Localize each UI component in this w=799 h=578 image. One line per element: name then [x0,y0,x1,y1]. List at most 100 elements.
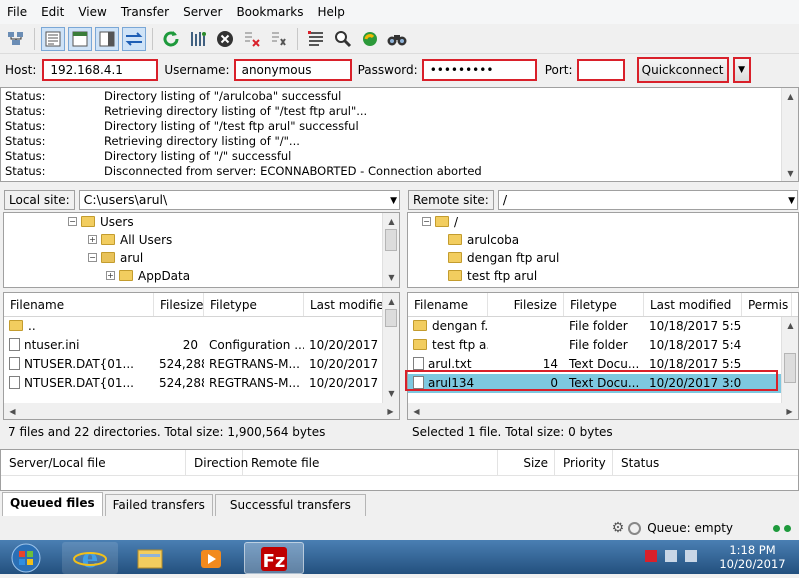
table-row[interactable]: .. [4,317,399,336]
expand-icon[interactable]: + [106,271,115,280]
local-path-input[interactable]: C:\users\arul\ ▼ [78,190,400,210]
table-row[interactable]: dengan f... File folder 10/18/2017 5:5..… [408,317,798,336]
column-priority[interactable]: Priority [555,450,613,475]
menu-view[interactable]: View [71,0,113,24]
column-last-modified[interactable]: Last modified [304,293,384,316]
host-input[interactable]: 192.168.4.1 [42,59,159,81]
column-permissions[interactable]: Permis [742,293,792,316]
username-label: Username: [164,63,230,77]
menu-bookmarks[interactable]: Bookmarks [229,0,310,24]
taskbar-filezilla[interactable]: Fz [244,542,304,574]
volume-icon[interactable] [685,550,697,562]
column-server-local-file[interactable]: Server/Local file [1,450,186,475]
column-remote-file[interactable]: Remote file [243,450,498,475]
scroll-down-icon[interactable]: ▼ [383,385,399,401]
column-filename[interactable]: Filename [4,293,154,316]
taskbar-internet-explorer[interactable]: e [62,542,118,574]
action-center-flag-icon[interactable] [645,550,657,562]
scroll-left-icon[interactable]: ◀ [4,403,21,419]
process-queue-icon[interactable] [186,27,210,51]
tab-failed-transfers[interactable]: Failed transfers [104,494,213,516]
gear-icon[interactable]: ⚙ [612,520,625,536]
scroll-up-icon[interactable]: ▲ [782,317,798,333]
tree-item-root[interactable]: − / [408,213,798,231]
tree-item-dengan-ftp-arul[interactable]: dengan ftp arul [408,249,798,267]
tree-item-users[interactable]: − Users [4,213,399,231]
search-icon[interactable] [385,27,409,51]
scroll-up-icon[interactable]: ▲ [383,213,399,229]
column-filesize[interactable]: Filesize [154,293,204,316]
chevron-down-icon[interactable]: ▼ [788,192,795,210]
menu-help[interactable]: Help [311,0,352,24]
cancel-icon[interactable] [213,27,237,51]
tree-item-all-users[interactable]: + All Users [4,231,399,249]
remote-path-input[interactable]: / ▼ [497,190,798,210]
scroll-up-icon[interactable]: ▲ [782,88,799,104]
folder-icon [413,320,427,331]
table-row[interactable]: NTUSER.DAT{01... 524,288 REGTRANS-M... 1… [4,374,399,393]
collapse-icon[interactable]: − [68,217,77,226]
local-tree-scrollbar[interactable]: ▲ ▼ [382,213,399,287]
expand-icon[interactable]: + [88,235,97,244]
toggle-queue-icon[interactable] [122,26,146,51]
tab-successful-transfers[interactable]: Successful transfers [214,494,366,516]
table-row[interactable]: test ftp a... File folder 10/18/2017 5:4… [408,336,798,355]
tree-item-arul[interactable]: − arul [4,249,399,267]
quickconnect-dropdown-button[interactable]: ▼ [732,57,751,83]
compare-icon[interactable] [331,27,355,51]
collapse-icon[interactable]: − [422,217,431,226]
log-scrollbar[interactable]: ▲ ▼ [781,88,798,181]
chevron-down-icon[interactable]: ▼ [390,192,397,210]
taskbar-media-player[interactable] [183,542,239,574]
scroll-up-icon[interactable]: ▲ [383,293,399,309]
table-row[interactable]: NTUSER.DAT{01... 524,288 REGTRANS-M... 1… [4,355,399,374]
column-filename[interactable]: Filename [408,293,488,316]
column-last-modified[interactable]: Last modified [644,293,742,316]
collapse-icon[interactable]: − [88,253,97,262]
column-status[interactable]: Status [613,450,733,475]
column-filetype[interactable]: Filetype [204,293,304,316]
clock[interactable]: 1:18 PM 10/20/2017 [710,543,795,571]
disconnect-icon[interactable] [240,27,264,51]
password-input[interactable]: ••••••••• [421,59,537,81]
toggle-local-tree-icon[interactable] [68,26,92,51]
menu-server[interactable]: Server [176,0,229,24]
port-input[interactable] [576,59,625,81]
speed-limit-icon[interactable] [628,521,642,535]
scroll-down-icon[interactable]: ▼ [782,165,799,181]
table-row[interactable]: ntuser.ini 20 Configuration ... 10/20/20… [4,336,399,355]
scroll-down-icon[interactable]: ▼ [383,269,399,285]
tree-item-appdata[interactable]: + AppData [4,267,399,285]
scroll-right-icon[interactable]: ▶ [781,403,798,419]
start-button[interactable] [4,542,48,574]
quickconnect-button[interactable]: Quickconnect [636,57,729,83]
refresh-icon[interactable] [159,27,183,51]
filter-icon[interactable] [304,27,328,51]
site-manager-icon[interactable] [4,27,28,51]
reconnect-icon[interactable] [267,27,291,51]
menu-edit[interactable]: Edit [34,0,71,24]
scroll-left-icon[interactable]: ◀ [408,403,425,419]
menu-file[interactable]: File [0,0,34,24]
menu-transfer[interactable]: Transfer [114,0,176,24]
taskbar-file-explorer[interactable] [122,542,178,574]
toggle-remote-tree-icon[interactable] [95,26,119,51]
column-filesize[interactable]: Filesize [488,293,564,316]
table-row-selected[interactable]: arul134 0 Text Docu... 10/20/2017 3:0... [408,374,798,393]
column-filetype[interactable]: Filetype [564,293,644,316]
remote-list-scrollbar[interactable]: ▲ [781,317,798,403]
tree-item-arulcoba[interactable]: arulcoba [408,231,798,249]
sync-browse-icon[interactable] [358,27,382,51]
table-row[interactable]: arul.txt 14 Text Docu... 10/18/2017 5:5.… [408,355,798,374]
toggle-log-icon[interactable] [41,26,65,51]
remote-list-hscrollbar[interactable]: ◀ ▶ [408,403,798,419]
scroll-right-icon[interactable]: ▶ [382,403,399,419]
tab-queued-files[interactable]: Queued files [2,492,103,516]
column-direction[interactable]: Direction [186,450,248,475]
username-input[interactable]: anonymous [233,59,352,81]
local-list-hscrollbar[interactable]: ◀ ▶ [4,403,399,419]
tree-item-test-ftp-arul[interactable]: test ftp arul [408,267,798,285]
column-size[interactable]: Size [498,450,555,475]
network-icon[interactable] [665,550,677,562]
local-list-scrollbar[interactable]: ▲ ▼ [382,293,399,403]
